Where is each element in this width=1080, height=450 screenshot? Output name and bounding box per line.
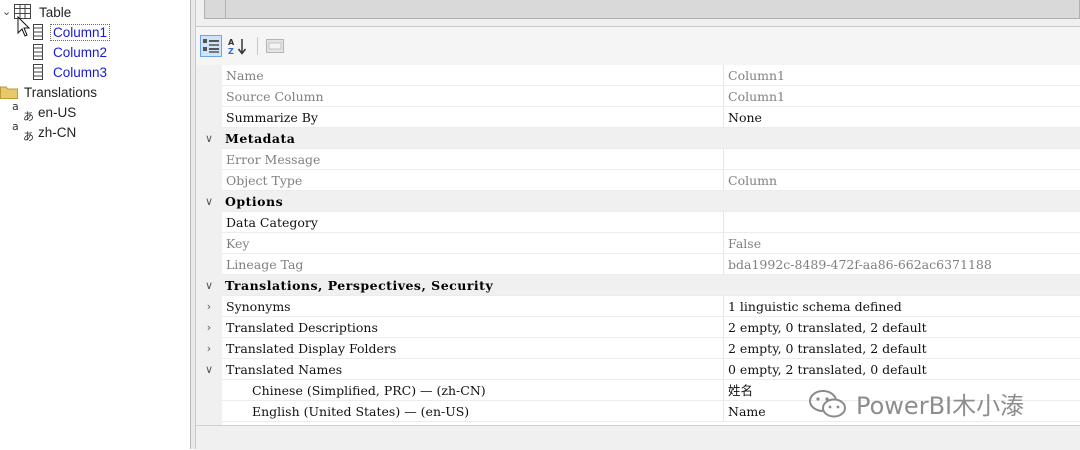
sort-az-icon: A Z [228, 38, 247, 55]
property-name: Lineage Tag [226, 257, 304, 272]
property-value: bda1992c-8489-472f-aa86-662ac6371188 [728, 257, 992, 272]
chevron-down-icon[interactable]: ∨ [202, 359, 216, 380]
categorized-icon [203, 39, 219, 53]
property-row-name[interactable]: Name Column1 [196, 65, 1080, 86]
column-icon [33, 44, 43, 63]
property-name: Translated Names [226, 362, 343, 377]
chevron-right-icon[interactable]: › [202, 296, 216, 317]
property-value: Column1 [728, 68, 785, 83]
chevron-right-icon[interactable]: › [202, 317, 216, 338]
property-row-translated-descriptions[interactable]: › Translated Descriptions 2 empty, 0 trans… [196, 317, 1080, 338]
property-row-translated-display-folders[interactable]: › Translated Display Folders 2 empty, 0 tr… [196, 338, 1080, 359]
category-translations-perspectives-security[interactable]: ∨ Translations, Perspectives, Security [196, 275, 1080, 296]
property-name: Translated Display Folders [226, 341, 397, 356]
property-value: False [728, 236, 762, 251]
column-divider[interactable] [723, 359, 724, 380]
property-row-source-column[interactable]: Source Column Column1 [196, 86, 1080, 107]
tree-node-column2-label: Column2 [53, 44, 108, 60]
property-name: Name [226, 68, 264, 83]
property-name: Object Type [226, 173, 303, 188]
property-value[interactable]: 2 empty, 0 translated, 2 default [728, 317, 927, 338]
category-label: Metadata [225, 131, 296, 146]
tree-node-table-label: Table [39, 4, 72, 20]
column-divider[interactable] [723, 149, 724, 170]
property-name: Key [226, 236, 250, 251]
property-row-data-category[interactable]: Data Category [196, 212, 1080, 233]
property-value[interactable]: None [728, 107, 762, 128]
property-value[interactable]: 0 empty, 2 translated, 0 default [728, 359, 927, 380]
toolbar-separator [257, 37, 258, 55]
tree-node-culture-en-us-label: en-US [38, 104, 77, 120]
watermark-text: PowerBI木小溙 [856, 392, 1025, 420]
watermark: PowerBI木小溙 [808, 386, 1024, 421]
column-icon [33, 24, 43, 43]
property-row-synonyms[interactable]: › Synonyms 1 linguistic schema defined [196, 296, 1080, 317]
upper-panel [196, 0, 1080, 27]
property-value[interactable]: Name [728, 401, 766, 422]
translate-icon: a あ [12, 100, 34, 123]
property-row-summarize-by[interactable]: Summarize By None [196, 107, 1080, 128]
property-name: Chinese (Simplified, PRC) — (zh-CN) [252, 383, 486, 398]
property-name: Error Message [226, 152, 321, 167]
column-divider[interactable] [723, 233, 724, 254]
property-grid: Name Column1 Source Column Column1 Summarize… [196, 65, 1080, 425]
chevron-down-icon[interactable]: ⌄ [2, 5, 11, 18]
tree-node-column3-label: Column3 [53, 64, 108, 80]
mouse-cursor-icon [17, 15, 31, 41]
property-value: Column [728, 173, 778, 188]
svg-text:A: A [228, 38, 235, 47]
category-label: Options [225, 194, 284, 209]
chevron-down-icon[interactable]: ∨ [202, 128, 216, 149]
property-row-key[interactable]: Key False [196, 233, 1080, 254]
chevron-down-icon[interactable]: ∨ [202, 275, 216, 296]
property-row-object-type[interactable]: Object Type Column [196, 170, 1080, 191]
column-divider[interactable] [723, 338, 724, 359]
column-divider[interactable] [723, 170, 724, 191]
property-name: Summarize By [226, 110, 318, 125]
chevron-down-icon[interactable]: ∨ [202, 191, 216, 212]
property-row-lineage-tag[interactable]: Lineage Tag bda1992c-8489-472f-aa86-662ac… [196, 254, 1080, 275]
property-pages-icon [266, 39, 284, 53]
column-divider[interactable] [723, 380, 724, 401]
category-metadata[interactable]: ∨ Metadata [196, 128, 1080, 149]
column-divider[interactable] [723, 296, 724, 317]
property-value[interactable]: 姓名 [728, 380, 753, 401]
column-divider[interactable] [723, 212, 724, 233]
property-row-translated-names[interactable]: ∨ Translated Names 0 empty, 2 translated, … [196, 359, 1080, 380]
categorized-view-button[interactable] [200, 35, 222, 57]
property-name: Synonyms [226, 299, 291, 314]
property-pages-button[interactable] [264, 35, 286, 57]
model-tree: ⌄ Table Column1 Column2 Column3 Translat… [0, 0, 190, 449]
property-grid-toolbar: A Z [196, 27, 1080, 65]
wechat-icon [809, 389, 846, 417]
column-divider[interactable] [723, 107, 724, 128]
category-label: Translations, Perspectives, Security [225, 278, 494, 293]
row-divider [222, 421, 1080, 422]
category-options[interactable]: ∨ Options [196, 191, 1080, 212]
property-name: English (United States) — (en-US) [252, 404, 470, 419]
translate-icon: a あ [12, 120, 34, 143]
property-value[interactable]: 2 empty, 0 translated, 2 default [728, 338, 927, 359]
alphabetical-sort-button[interactable]: A Z [227, 35, 249, 57]
column-divider[interactable] [723, 401, 724, 422]
tree-node-translations-label: Translations [24, 84, 98, 100]
column-divider[interactable] [723, 317, 724, 338]
chevron-right-icon[interactable]: › [202, 338, 216, 359]
column-icon [33, 64, 43, 83]
column-divider[interactable] [723, 65, 724, 86]
description-pane [196, 425, 1080, 450]
property-name: Translated Descriptions [226, 320, 378, 335]
property-name: Data Category [226, 215, 318, 230]
property-value: Column1 [728, 89, 785, 104]
upper-panel-frame [204, 0, 1080, 19]
column-divider[interactable] [723, 86, 724, 107]
tree-node-culture-zh-cn-label: zh-CN [38, 124, 77, 140]
svg-text:Z: Z [228, 47, 234, 55]
property-row-error-message[interactable]: Error Message [196, 149, 1080, 170]
property-name: Source Column [226, 89, 324, 104]
tree-node-column1-label: Column1 [49, 23, 111, 41]
property-value[interactable]: 1 linguistic schema defined [728, 296, 902, 317]
column-divider[interactable] [723, 254, 724, 275]
